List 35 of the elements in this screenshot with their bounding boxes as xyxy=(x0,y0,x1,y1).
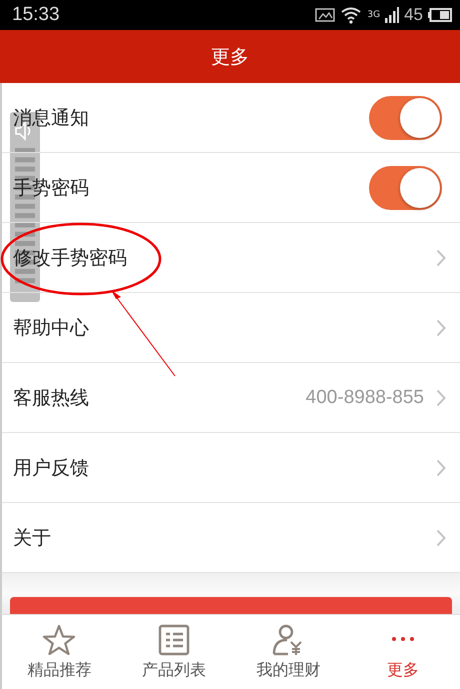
star-icon xyxy=(42,624,76,656)
row-label: 修改手势密码 xyxy=(13,246,127,270)
row-label: 手势密码 xyxy=(13,176,89,200)
list-icon xyxy=(158,624,190,656)
toggle-switch[interactable] xyxy=(369,166,442,210)
row-label: 帮助中心 xyxy=(13,316,89,340)
row-label: 关于 xyxy=(13,526,51,550)
more-icon xyxy=(390,636,415,642)
settings-row[interactable]: 用户反馈 xyxy=(2,433,460,503)
signal-icon xyxy=(385,7,400,23)
tab[interactable]: 产品列表 xyxy=(116,615,231,689)
settings-row[interactable]: 客服热线 400-8988-855 xyxy=(2,363,460,433)
network-type: 3G xyxy=(367,10,380,20)
chevron-icon xyxy=(436,318,446,336)
battery-level: 45 xyxy=(404,5,423,25)
row-label: 消息通知 xyxy=(13,106,89,130)
chevron-icon xyxy=(436,528,446,546)
chevron-icon xyxy=(436,458,446,476)
battery-icon xyxy=(428,8,452,22)
row-value: 400-8988-855 xyxy=(306,386,424,408)
header-title: 更多 xyxy=(211,44,249,70)
tab[interactable]: 更多 xyxy=(346,615,460,689)
tab[interactable]: 我的理财 xyxy=(231,615,346,689)
chevron-icon xyxy=(436,388,446,406)
row-label: 用户反馈 xyxy=(13,456,89,480)
wifi-icon xyxy=(340,6,362,24)
image-icon xyxy=(315,7,336,23)
row-label: 客服热线 xyxy=(13,386,89,410)
toggle-switch[interactable] xyxy=(369,96,442,140)
settings-row[interactable]: 消息通知 xyxy=(2,83,460,153)
tab[interactable]: 精品推荐 xyxy=(2,615,116,689)
user-money-icon xyxy=(272,624,304,656)
settings-row[interactable]: 帮助中心 xyxy=(2,293,460,363)
status-time: 15:33 xyxy=(12,4,60,26)
chevron-icon xyxy=(436,248,446,266)
